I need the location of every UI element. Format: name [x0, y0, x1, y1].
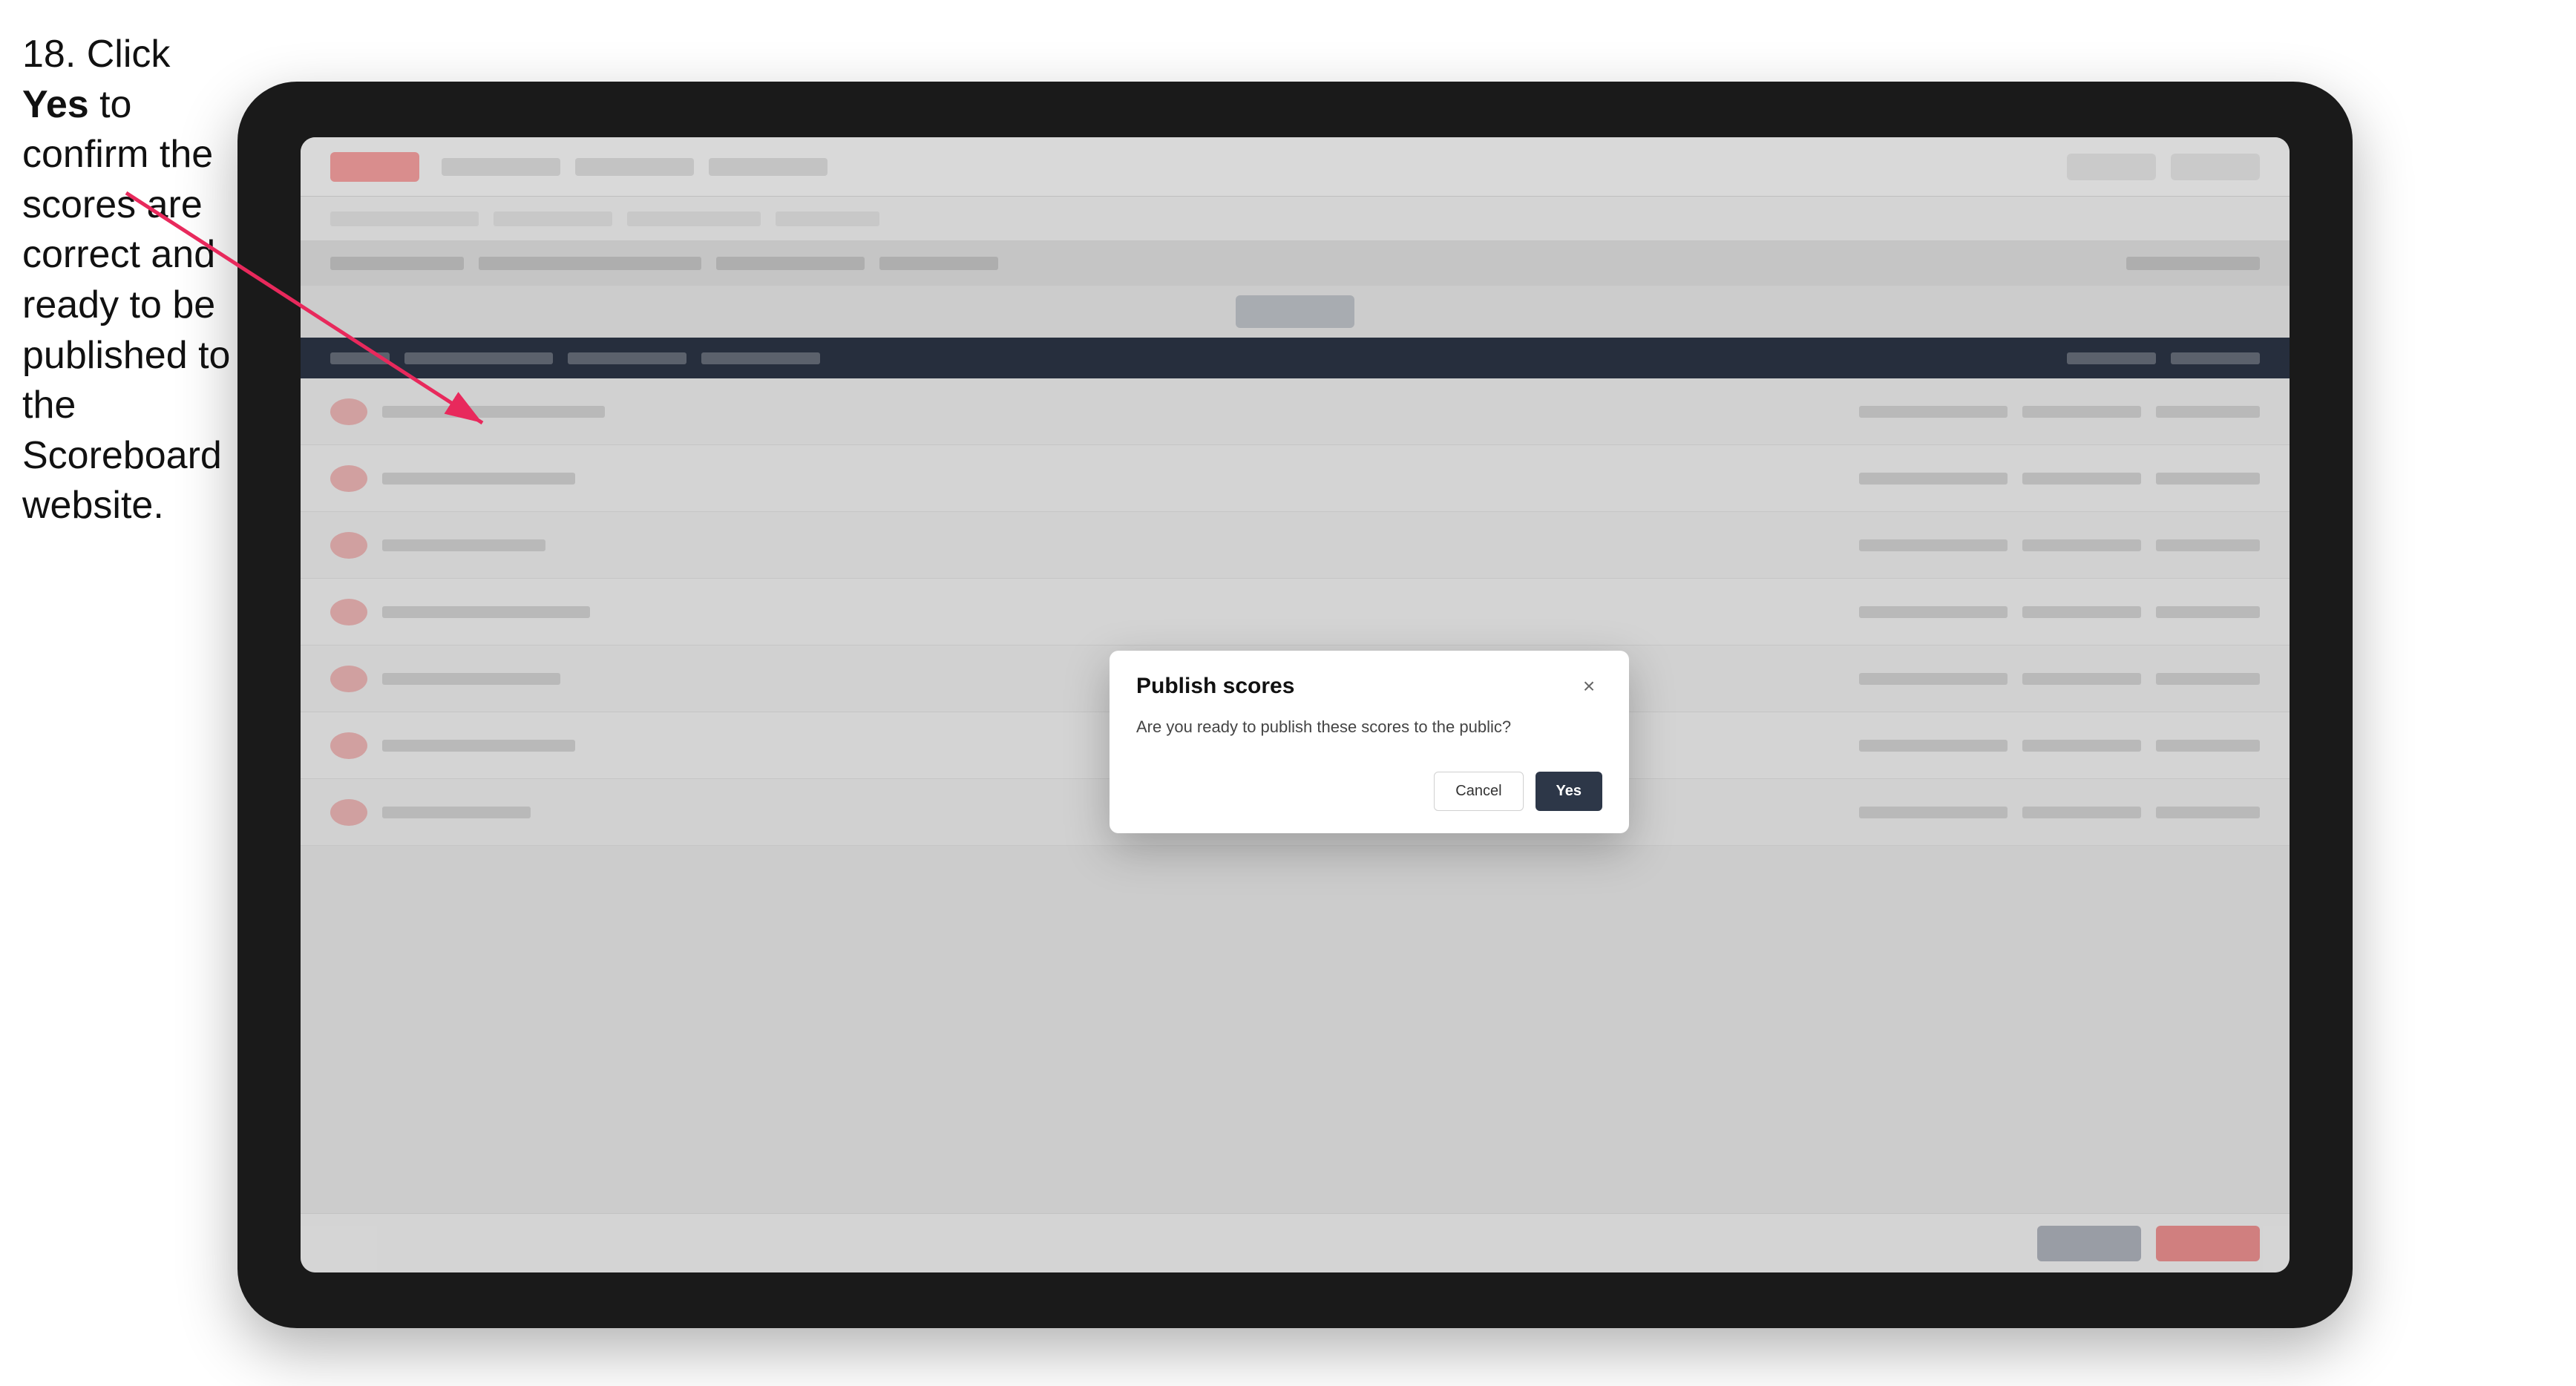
dialog-body: Are you ready to publish these scores to… — [1110, 715, 1629, 757]
dialog-footer: Cancel Yes — [1110, 757, 1629, 833]
dialog-title: Publish scores — [1136, 674, 1294, 699]
tablet-screen: Publish scores × Are you ready to publis… — [301, 137, 2290, 1272]
dialog-close-button[interactable]: × — [1576, 673, 1602, 700]
bold-yes: Yes — [22, 83, 89, 126]
instruction-text: 18. Click Yes to confirm the scores are … — [22, 30, 237, 531]
publish-scores-dialog: Publish scores × Are you ready to publis… — [1110, 651, 1629, 833]
yes-button[interactable]: Yes — [1536, 772, 1602, 811]
dialog-overlay: Publish scores × Are you ready to publis… — [301, 137, 2290, 1272]
step-number: 18. — [22, 33, 87, 76]
tablet-device: Publish scores × Are you ready to publis… — [237, 82, 2353, 1328]
dialog-header: Publish scores × — [1110, 651, 1629, 715]
cancel-button[interactable]: Cancel — [1434, 772, 1523, 811]
dialog-message: Are you ready to publish these scores to… — [1136, 715, 1602, 739]
